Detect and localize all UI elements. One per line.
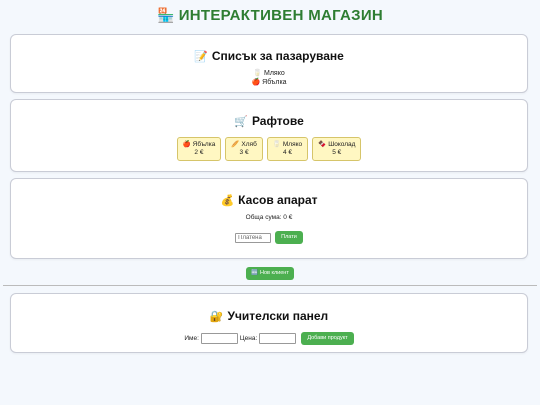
list-item: 🥛 Мляко: [11, 69, 527, 78]
teacher-panel-card: 🔐 Учителски панел Име: Цена: Добави проду…: [10, 293, 528, 353]
register-title: 💰 Касов апарат: [11, 193, 527, 207]
shopping-list-title: 📝 Списък за пазаруване: [11, 49, 527, 63]
product-price: 2 €: [194, 149, 204, 156]
shelves-title: 🛒 Рафтове: [11, 114, 527, 128]
product-name: Мляко: [282, 141, 303, 148]
shelves-title-text: Рафтове: [251, 114, 304, 128]
list-item: 🍎 Ябълка: [11, 78, 527, 87]
product-bread[interactable]: 🥖 Хляб 3 €: [225, 137, 263, 161]
store-icon: 🏪: [156, 7, 175, 23]
teacher-panel-title-text: Учителски панел: [227, 309, 329, 323]
product-apple[interactable]: 🍎 Ябълка 2 €: [176, 137, 222, 161]
app-title: 🏪 ИНТЕРАКТИВЕН МАГАЗИН: [0, 7, 540, 24]
money-bag-icon: 💰: [220, 195, 235, 207]
total-amount: Обща сума: 0 €: [245, 214, 293, 221]
register-card: 💰Касов апарат Обща сума: 0 € Плати: [10, 178, 528, 259]
shopping-list-title-text: Списък за пазаруване: [211, 49, 344, 63]
app-title-text: ИНТЕРАКТИВЕН МАГАЗИН: [178, 7, 384, 24]
divider: [3, 285, 537, 286]
new-icon: 🆕: [251, 270, 258, 276]
product-milk[interactable]: 🥛 Мляко 4 €: [266, 137, 309, 161]
product-name: Шоколад: [328, 141, 356, 148]
apple-icon: 🍎: [182, 141, 191, 148]
pay-button[interactable]: Плати: [275, 231, 303, 244]
pay-row: Плати: [11, 231, 527, 244]
price-label: Цена:: [239, 335, 258, 342]
product-price: 5 €: [332, 149, 342, 156]
paid-amount-input[interactable]: [235, 232, 272, 243]
register-title-text: Касов апарат: [238, 193, 318, 207]
product-name: Ябълка: [192, 141, 216, 148]
list-item-label: Ябълка: [262, 79, 287, 86]
product-chocolate[interactable]: 🍫 Шоколад 5 €: [312, 137, 362, 161]
milk-icon: 🥛: [253, 70, 262, 77]
name-label: Име:: [184, 335, 199, 342]
teacher-form: Име: Цена: Добави продукт: [11, 332, 527, 345]
new-client-wrap: 🆕 Нов клиент: [0, 267, 540, 280]
new-client-button[interactable]: 🆕 Нов клиент: [246, 267, 294, 280]
cart-icon: 🛒: [234, 116, 248, 128]
new-client-label: Нов клиент: [260, 270, 289, 276]
bread-icon: 🥖: [231, 141, 240, 148]
apple-icon: 🍎: [251, 79, 261, 86]
product-price-input[interactable]: [259, 333, 297, 344]
shelves-card: 🛒 Рафтове 🍎 Ябълка 2 € 🥖 Хляб 3 € 🥛 Мляко 4 …: [10, 99, 528, 172]
add-product-button[interactable]: Добави продукт: [301, 332, 354, 345]
teacher-panel-title: 🔐 Учителски панел: [11, 309, 527, 323]
product-name: Хляб: [241, 141, 257, 148]
shelf-products: 🍎 Ябълка 2 € 🥖 Хляб 3 € 🥛 Мляко 4 € 🍫 Шокола…: [11, 137, 527, 161]
chocolate-icon: 🍫: [318, 141, 327, 148]
shopping-list-items: 🥛 Мляко 🍎 Ябълка: [11, 69, 527, 87]
memo-icon: 📝: [194, 51, 208, 63]
product-price: 3 €: [239, 149, 249, 156]
list-item-label: Мляко: [263, 70, 285, 77]
milk-icon: 🥛: [272, 141, 281, 148]
product-name-input[interactable]: [200, 333, 238, 344]
shopping-list-card: 📝 Списък за пазаруване 🥛 Мляко 🍎 Ябълка: [10, 34, 528, 93]
product-price: 4 €: [282, 149, 292, 156]
lock-key-icon: 🔐: [209, 311, 224, 323]
